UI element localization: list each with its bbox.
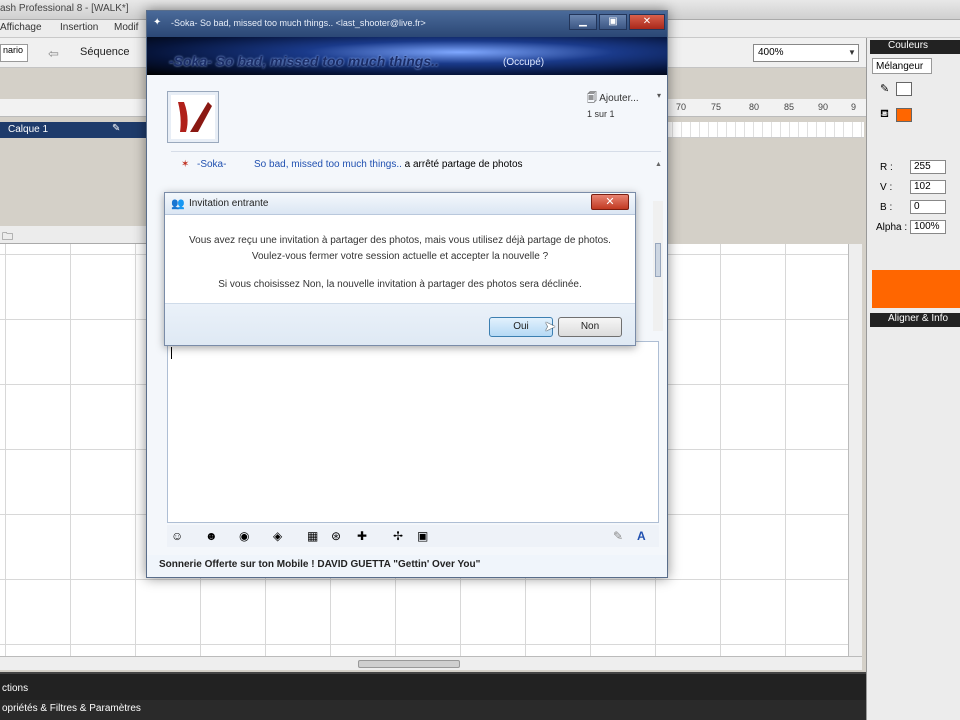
ruler-tick: 9 (851, 102, 857, 112)
stroke-color-swatch[interactable] (896, 82, 912, 96)
photo-icon[interactable]: ▣ (417, 529, 428, 543)
pencil-icon[interactable]: ✎ (880, 82, 889, 95)
handwriting-icon[interactable]: ✎ (613, 529, 623, 543)
activity-icon[interactable]: ✢ (393, 529, 403, 543)
banner-contact-name: -Soka- So bad, missed too much things.. (169, 53, 439, 69)
notif-action-text: a arrêté partage de photos (401, 159, 523, 170)
aligner-panel-header[interactable]: Aligner & Info (870, 313, 960, 327)
pencil-icon: ✎ (112, 123, 121, 134)
menu-insertion[interactable]: Insertion (60, 22, 98, 33)
messenger-butterfly-icon: ✶ (181, 159, 190, 170)
document-tab[interactable]: nario (0, 44, 28, 62)
background-icon[interactable]: ▦ (307, 529, 318, 543)
tab-melangeur[interactable]: Mélangeur (872, 58, 932, 74)
v-label: V : (880, 182, 893, 193)
right-panel (866, 38, 960, 720)
page-counter: 1 sur 1 (587, 109, 615, 119)
voice-clip-icon[interactable]: ◉ (239, 529, 249, 543)
scrollbar-thumb[interactable] (358, 660, 460, 668)
ruler-tick: 85 (784, 102, 795, 112)
fill-color-swatch[interactable] (896, 108, 912, 122)
nudge-icon[interactable]: ◈ (273, 529, 282, 543)
scrollbar-thumb[interactable] (655, 243, 661, 277)
close-button[interactable]: ✕ (629, 14, 665, 30)
alpha-input[interactable]: 100% (910, 220, 946, 234)
contact-avatar[interactable] (167, 91, 219, 143)
b-label: B : (880, 202, 893, 213)
menu-affichage[interactable]: Affichage (0, 22, 42, 33)
message-input[interactable] (167, 341, 659, 523)
properties-panel-label: opriétés & Filtres & Paramètres (2, 703, 141, 714)
color-preview-bar (872, 270, 960, 308)
divider (171, 151, 661, 152)
notif-contact-name: -Soka- (197, 159, 227, 170)
no-button[interactable]: Non (558, 317, 622, 337)
maximize-button[interactable]: ▣ (599, 14, 627, 30)
r-label: R : (880, 162, 893, 173)
layer-name: Calque 1 (8, 124, 49, 135)
notif-personal-message: So bad, missed too much things.. (254, 159, 402, 170)
stage-vertical-scrollbar[interactable] (848, 244, 862, 656)
chevron-down-icon[interactable]: ▾ (657, 91, 661, 100)
game-icon[interactable]: ⊛ (331, 529, 341, 543)
mouse-cursor-icon: ➤ (544, 318, 556, 334)
contact-banner: -Soka- So bad, missed too much things.. … (147, 37, 667, 75)
text-caret (171, 347, 172, 359)
messenger-logo-icon: ✦ (153, 17, 162, 28)
timeline-frames[interactable] (664, 122, 864, 138)
scroll-up-icon[interactable]: ▲ (655, 161, 662, 168)
flash-window-title: ash Professional 8 - [WALK*] (0, 3, 129, 14)
minimize-button[interactable]: ▁ (569, 14, 597, 30)
add-contact-label: Ajouter... (599, 93, 639, 104)
banner-status: (Occupé) (503, 57, 545, 68)
dialog-close-button[interactable]: ✕ (591, 194, 629, 210)
chat-notification: -Soka- So bad, missed too much things.. … (197, 159, 523, 170)
back-arrow-icon[interactable]: ⇦ (48, 46, 59, 62)
ruler-tick: 75 (711, 102, 722, 112)
add-contact-icon: 🗐 (587, 93, 597, 104)
dialog-message-line3: Si vous choisissez Non, la nouvelle invi… (218, 279, 582, 290)
font-icon[interactable]: A (637, 529, 646, 543)
v-input[interactable]: 102 (910, 180, 946, 194)
dialog-titlebar[interactable]: 👥 Invitation entrante ✕ (165, 193, 635, 215)
actions-panel-label: ctions (2, 683, 29, 694)
dialog-message-line2: Voulez-vous fermer votre session actuell… (251, 251, 549, 262)
ruler-tick: 80 (749, 102, 760, 112)
messenger-titlebar[interactable]: ✦ -Soka- So bad, missed too much things.… (147, 11, 667, 37)
contacts-icon: 👥 (171, 198, 185, 210)
actions-panel-bar[interactable] (0, 672, 866, 700)
ruler-tick: 70 (676, 102, 687, 112)
ruler-tick: 90 (818, 102, 829, 112)
dialog-title: Invitation entrante (189, 198, 269, 209)
emoticon-icon[interactable]: ☺ (171, 529, 183, 543)
timeline-footer: 🗀 (0, 226, 150, 244)
zoom-select[interactable]: 400% (753, 44, 859, 62)
scene-label[interactable]: Séquence (80, 46, 130, 58)
messenger-window-title: -Soka- So bad, missed too much things.. … (171, 18, 426, 28)
add-contact-button[interactable]: 🗐 Ajouter... (587, 91, 639, 108)
layer-row[interactable]: Calque 1 ✎ (0, 122, 150, 138)
share-icon[interactable]: ✚ (357, 529, 367, 543)
alpha-label: Alpha : (876, 222, 908, 233)
avatar-logo-icon (178, 102, 212, 132)
incoming-invitation-dialog: 👥 Invitation entrante ✕ Vous avez reçu u… (164, 192, 636, 346)
r-input[interactable]: 255 (910, 160, 946, 174)
dialog-message-line1: Vous avez reçu une invitation à partager… (189, 235, 611, 246)
menu-modifier[interactable]: Modif (114, 22, 138, 33)
b-input[interactable]: 0 (910, 200, 946, 214)
ad-footer[interactable]: Sonnerie Offerte sur ton Mobile ! DAVID … (159, 559, 480, 570)
paint-bucket-icon[interactable]: ⛾ (880, 108, 889, 122)
wink-icon[interactable]: ☻ (205, 529, 218, 543)
chevron-down-icon[interactable]: ▼ (848, 48, 856, 57)
couleurs-panel-header[interactable]: Couleurs (870, 40, 960, 54)
